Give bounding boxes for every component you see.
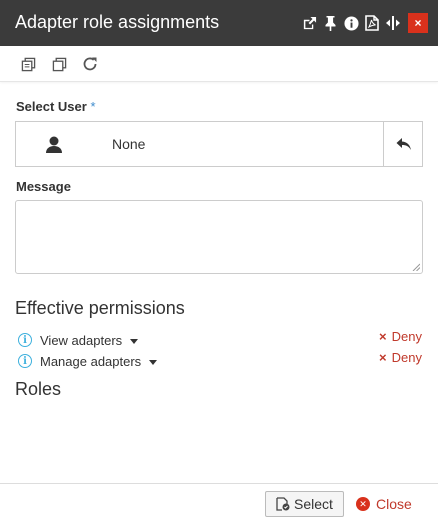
select-user-label: Select User * — [16, 99, 96, 114]
reply-icon — [396, 138, 411, 150]
permission-label: Manage adapters — [40, 353, 142, 369]
pdf-icon[interactable] — [363, 13, 381, 33]
window-titlebar: Adapter role assignments × — [0, 0, 438, 46]
chevron-down-icon[interactable] — [149, 359, 158, 365]
required-asterisk: * — [90, 99, 96, 114]
reset-user-button[interactable] — [384, 122, 423, 166]
info-circle-icon[interactable]: i — [18, 354, 32, 368]
permission-label: View adapters — [40, 332, 123, 348]
permission-status: × Deny — [379, 329, 422, 344]
selected-user-value[interactable]: None — [112, 136, 145, 152]
message-label: Message — [16, 179, 71, 194]
dialog-footer: Select ✕ Close — [0, 483, 438, 522]
permissions-heading: Effective permissions — [15, 298, 185, 318]
window-title: Adapter role assignments — [15, 12, 220, 32]
permission-row: i Manage adapters — [18, 352, 158, 370]
permission-status: × Deny — [379, 350, 422, 365]
copy-icon[interactable] — [19, 55, 37, 73]
info-circle-icon[interactable]: i — [18, 333, 32, 347]
message-textarea[interactable] — [15, 200, 423, 274]
close-button[interactable]: ✕ Close — [356, 491, 412, 517]
titlebar-actions: × — [297, 13, 428, 33]
permission-row: i View adapters — [18, 331, 139, 349]
deny-x-icon: × — [379, 329, 387, 344]
select-button[interactable]: Select — [265, 491, 344, 517]
resize-icon[interactable] — [384, 13, 402, 33]
chevron-down-icon[interactable] — [130, 338, 139, 344]
paste-icon[interactable] — [50, 55, 68, 73]
toolbar — [0, 46, 438, 82]
deny-x-icon: × — [379, 350, 387, 365]
select-document-icon — [276, 497, 290, 511]
user-picker[interactable]: None — [15, 121, 423, 167]
info-icon[interactable] — [342, 13, 360, 33]
close-circle-icon: ✕ — [356, 497, 370, 511]
refresh-icon[interactable] — [81, 55, 99, 73]
close-window-button[interactable]: × — [408, 13, 428, 33]
roles-heading: Roles — [15, 379, 62, 399]
user-icon — [44, 135, 64, 155]
pin-icon[interactable] — [321, 13, 339, 33]
external-link-icon[interactable] — [300, 13, 318, 33]
resize-grip-icon[interactable] — [412, 263, 420, 271]
